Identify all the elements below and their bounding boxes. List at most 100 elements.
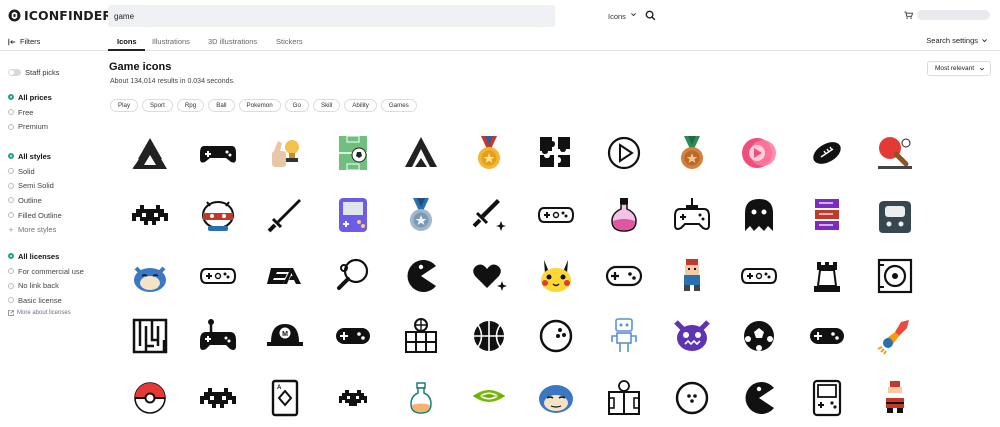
more-styles-link[interactable]: + More styles	[8, 222, 62, 237]
staff-picks-toggle[interactable]: Staff picks	[8, 68, 59, 77]
icon-result-item[interactable]	[193, 190, 243, 240]
icon-result-item[interactable]: M	[260, 311, 310, 361]
radio-button[interactable]	[8, 109, 14, 116]
search-input[interactable]	[114, 8, 484, 24]
sort-dropdown[interactable]: Most relevant	[927, 61, 991, 76]
icon-result-item[interactable]	[464, 128, 514, 178]
icon-result-item[interactable]	[328, 311, 378, 361]
radio-button[interactable]	[8, 197, 14, 204]
filters-toggle[interactable]: Filters	[8, 37, 40, 46]
search-settings-button[interactable]: Search settings	[926, 36, 988, 45]
radio-button[interactable]	[8, 212, 14, 219]
icon-result-item[interactable]	[870, 128, 920, 178]
filter-all-prices[interactable]: All prices	[8, 90, 52, 105]
radio-button[interactable]	[8, 168, 14, 175]
icon-result-item[interactable]	[260, 128, 310, 178]
icon-result-item[interactable]	[599, 373, 649, 423]
filter-filled-outline[interactable]: Filled Outline	[8, 208, 62, 223]
tag-chip[interactable]: Ball	[208, 99, 235, 112]
icon-result-item[interactable]	[193, 311, 243, 361]
icon-result-item[interactable]	[667, 373, 717, 423]
icon-result-item[interactable]	[870, 190, 920, 240]
filter-basic-license[interactable]: Basic license	[8, 293, 84, 308]
chevron-down-icon[interactable]	[630, 11, 637, 18]
icon-result-item[interactable]	[667, 251, 717, 301]
icon-result-item[interactable]	[870, 311, 920, 361]
icon-result-item[interactable]	[599, 311, 649, 361]
icon-result-item[interactable]	[396, 128, 446, 178]
filter-semi-solid[interactable]: Semi Solid	[8, 178, 62, 193]
icon-result-item[interactable]	[802, 311, 852, 361]
search-icon[interactable]	[645, 10, 656, 21]
icon-result-item[interactable]	[531, 373, 581, 423]
icon-result-item[interactable]	[734, 251, 784, 301]
icon-result-item[interactable]	[328, 128, 378, 178]
icon-result-item[interactable]	[464, 190, 514, 240]
radio-button[interactable]	[8, 153, 14, 160]
filter-solid[interactable]: Solid	[8, 164, 62, 179]
icon-result-item[interactable]	[667, 128, 717, 178]
icon-result-item[interactable]	[531, 190, 581, 240]
cart-icon[interactable]	[904, 11, 913, 19]
icon-result-item[interactable]	[125, 251, 175, 301]
icon-result-item[interactable]	[870, 373, 920, 423]
icon-result-item[interactable]	[667, 311, 717, 361]
filter-commercial-use[interactable]: For commercial use	[8, 264, 84, 279]
icon-result-item[interactable]	[802, 251, 852, 301]
icon-result-item[interactable]	[599, 128, 649, 178]
icon-result-item[interactable]	[734, 128, 784, 178]
filter-all-licenses[interactable]: All licenses	[8, 249, 84, 264]
radio-button[interactable]	[8, 123, 14, 130]
toggle-switch[interactable]	[8, 69, 21, 76]
icon-result-item[interactable]	[464, 373, 514, 423]
radio-button[interactable]	[8, 297, 14, 304]
tag-chip[interactable]: Pokemon	[238, 99, 281, 112]
icon-result-item[interactable]	[396, 311, 446, 361]
icon-result-item[interactable]	[328, 251, 378, 301]
icon-result-item[interactable]	[396, 251, 446, 301]
icon-result-item[interactable]	[802, 373, 852, 423]
icon-result-item[interactable]	[734, 190, 784, 240]
icon-result-item[interactable]	[125, 373, 175, 423]
tag-chip[interactable]: Ability	[344, 99, 377, 112]
icon-result-item[interactable]	[464, 251, 514, 301]
radio-button[interactable]	[8, 253, 14, 260]
icon-result-item[interactable]	[599, 190, 649, 240]
radio-button[interactable]	[8, 282, 14, 289]
icon-result-item[interactable]	[328, 373, 378, 423]
icon-result-item[interactable]	[802, 190, 852, 240]
icon-result-item[interactable]	[464, 311, 514, 361]
icon-result-item[interactable]	[667, 190, 717, 240]
radio-button[interactable]	[8, 94, 14, 101]
icon-result-item[interactable]	[734, 311, 784, 361]
tag-chip[interactable]: Games	[380, 99, 417, 112]
more-about-licenses-link[interactable]: More about licenses	[8, 310, 84, 316]
icon-result-item[interactable]	[531, 251, 581, 301]
icon-result-item[interactable]	[125, 190, 175, 240]
icon-result-item[interactable]	[193, 251, 243, 301]
tab-icons[interactable]: Icons	[117, 37, 137, 46]
tag-chip[interactable]: Play	[110, 99, 139, 112]
icon-result-item[interactable]	[125, 128, 175, 178]
icon-result-item[interactable]	[328, 190, 378, 240]
tag-chip[interactable]: Go	[284, 99, 309, 112]
filter-all-styles[interactable]: All styles	[8, 149, 62, 164]
filter-premium[interactable]: Premium	[8, 119, 52, 134]
icon-result-item[interactable]	[531, 128, 581, 178]
icon-result-item[interactable]	[734, 373, 784, 423]
filter-free[interactable]: Free	[8, 105, 52, 120]
radio-button[interactable]	[8, 268, 14, 275]
tab-stickers[interactable]: Stickers	[276, 37, 303, 46]
icon-result-item[interactable]	[396, 373, 446, 423]
tab-illustrations[interactable]: Illustrations	[152, 37, 190, 46]
icon-result-item[interactable]	[125, 311, 175, 361]
filter-outline[interactable]: Outline	[8, 193, 62, 208]
filter-no-link-back[interactable]: No link back	[8, 278, 84, 293]
icon-result-item[interactable]	[260, 190, 310, 240]
icon-result-item[interactable]	[193, 128, 243, 178]
tag-chip[interactable]: Rpg	[176, 99, 205, 112]
tag-chip[interactable]: Skill	[312, 99, 341, 112]
icon-result-item[interactable]	[531, 311, 581, 361]
tag-chip[interactable]: Sport	[142, 99, 173, 112]
icon-result-item[interactable]	[260, 251, 310, 301]
